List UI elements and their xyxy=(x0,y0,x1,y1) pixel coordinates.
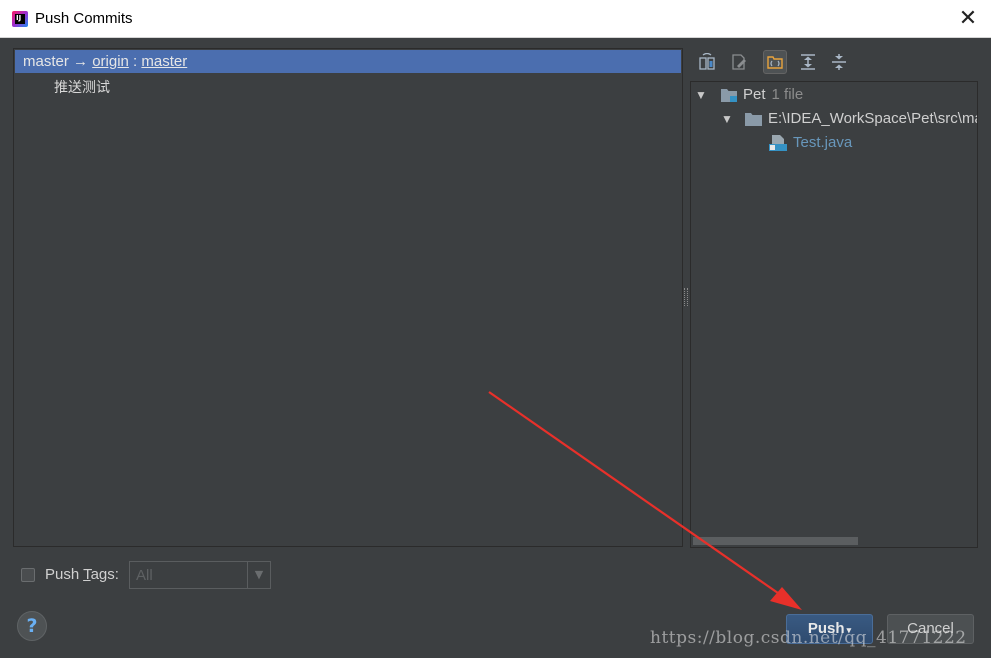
close-icon[interactable]: ✕ xyxy=(950,4,986,34)
group-by-directory-icon[interactable] xyxy=(763,50,787,74)
branch-arrow: → xyxy=(73,53,89,70)
help-button[interactable]: ? xyxy=(17,611,47,641)
folder-icon xyxy=(745,112,763,134)
remote-branch-link[interactable]: master xyxy=(141,53,187,70)
push-tags-checkbox[interactable] xyxy=(21,568,35,582)
show-diff-icon[interactable] xyxy=(695,50,719,74)
push-tags-label: Push Tags: xyxy=(45,566,119,583)
java-file-icon xyxy=(769,135,787,159)
local-branch: master xyxy=(23,53,69,70)
push-button[interactable]: Push ▾ xyxy=(786,614,873,644)
dropdown-caret-icon[interactable]: ▾ xyxy=(847,625,852,635)
window-title: Push Commits xyxy=(35,10,133,27)
tags-select-value: All xyxy=(136,567,153,584)
collapse-all-icon[interactable] xyxy=(827,50,851,74)
changes-toolbar xyxy=(693,50,983,76)
changed-files-tree: ▼ Pet 1 file ▼ E:\IDEA_WorkSpace\Pet\src\… xyxy=(690,81,978,548)
remote-link[interactable]: origin xyxy=(92,53,129,70)
project-name: Pet xyxy=(743,86,766,103)
title-bar: IJ Push Commits ✕ xyxy=(0,0,991,38)
expand-triangle-icon[interactable]: ▼ xyxy=(695,84,707,106)
edit-source-icon[interactable] xyxy=(727,50,751,74)
branch-row[interactable]: master → origin : master xyxy=(15,50,681,73)
file-name: Test.java xyxy=(793,134,853,151)
file-count: 1 file xyxy=(771,86,804,103)
horizontal-scrollbar[interactable] xyxy=(693,537,858,545)
commits-panel: master → origin : master 推送测试 xyxy=(13,48,683,547)
commit-item[interactable]: 推送测试 xyxy=(54,77,110,97)
expand-all-icon[interactable] xyxy=(796,50,820,74)
cancel-button[interactable]: Cancel xyxy=(887,614,974,644)
splitter-handle[interactable] xyxy=(684,288,688,306)
chevron-down-icon[interactable]: ▼ xyxy=(247,562,270,588)
push-tags-bar: Push Tags: All ▼ xyxy=(13,560,313,592)
folder-path: E:\IDEA_WorkSpace\Pet\src\main xyxy=(768,110,978,127)
project-folder-icon xyxy=(721,88,739,110)
expand-triangle-icon[interactable]: ▼ xyxy=(721,108,733,130)
intellij-idea-icon: IJ xyxy=(12,11,28,27)
branch-separator: : xyxy=(133,53,138,70)
tags-select[interactable]: All ▼ xyxy=(129,561,271,589)
